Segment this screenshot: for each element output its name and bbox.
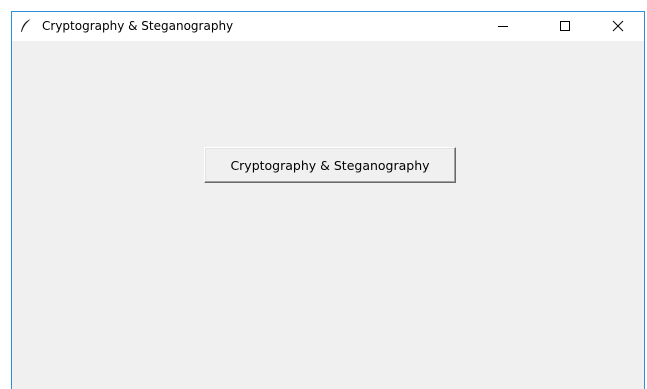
title-bar[interactable]: Cryptography & Steganography xyxy=(12,12,644,41)
minimize-button[interactable] xyxy=(480,12,526,41)
close-icon xyxy=(612,17,624,36)
maximize-button[interactable] xyxy=(542,12,588,41)
window-title: Cryptography & Steganography xyxy=(42,19,234,33)
app-window: Cryptography & Steganography Cryptograph… xyxy=(11,11,645,389)
client-area: Cryptography & Steganography xyxy=(12,41,644,389)
close-button[interactable] xyxy=(595,12,641,41)
feather-icon xyxy=(19,18,33,34)
maximize-icon xyxy=(559,17,571,36)
minimize-icon xyxy=(497,17,509,36)
crypto-stego-button[interactable]: Cryptography & Steganography xyxy=(204,147,456,183)
